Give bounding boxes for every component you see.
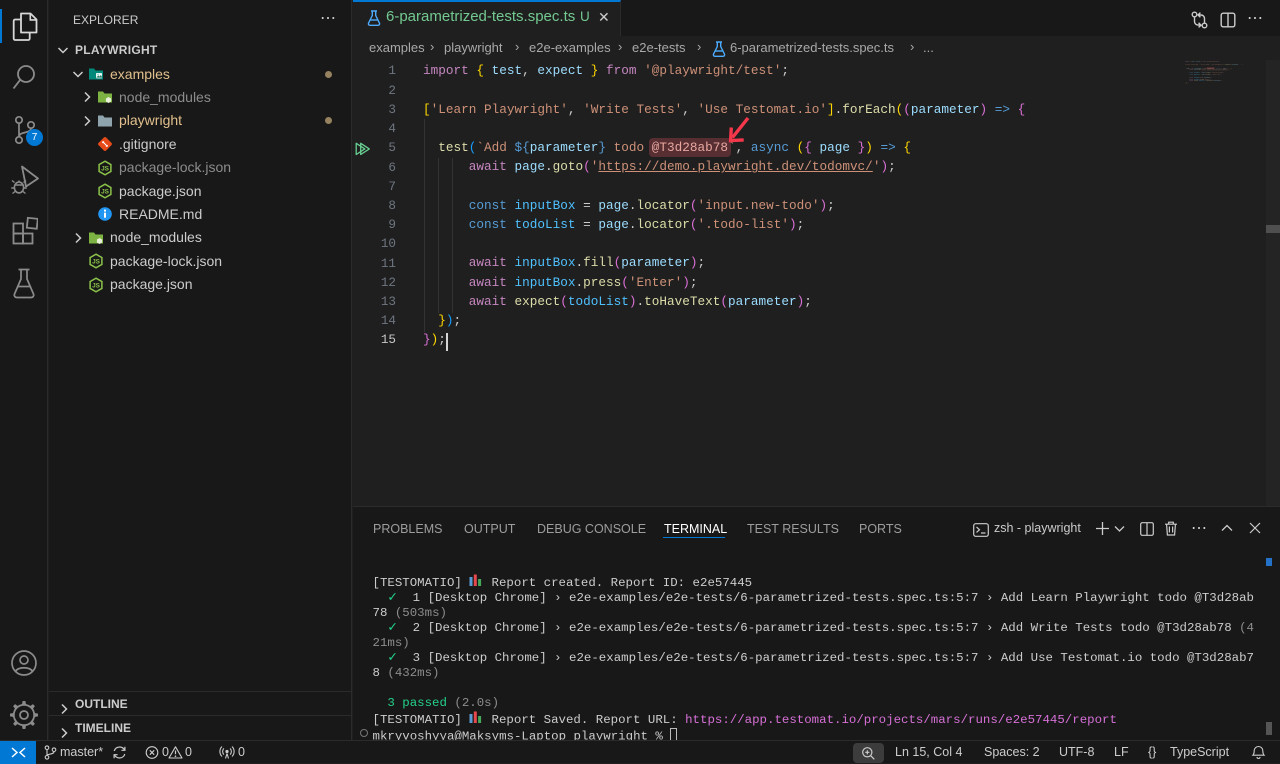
svg-text:JS: JS (92, 259, 101, 266)
svg-text:JS: JS (101, 188, 110, 195)
svg-text:JS: JS (92, 282, 101, 289)
svg-text:JS: JS (101, 165, 110, 172)
